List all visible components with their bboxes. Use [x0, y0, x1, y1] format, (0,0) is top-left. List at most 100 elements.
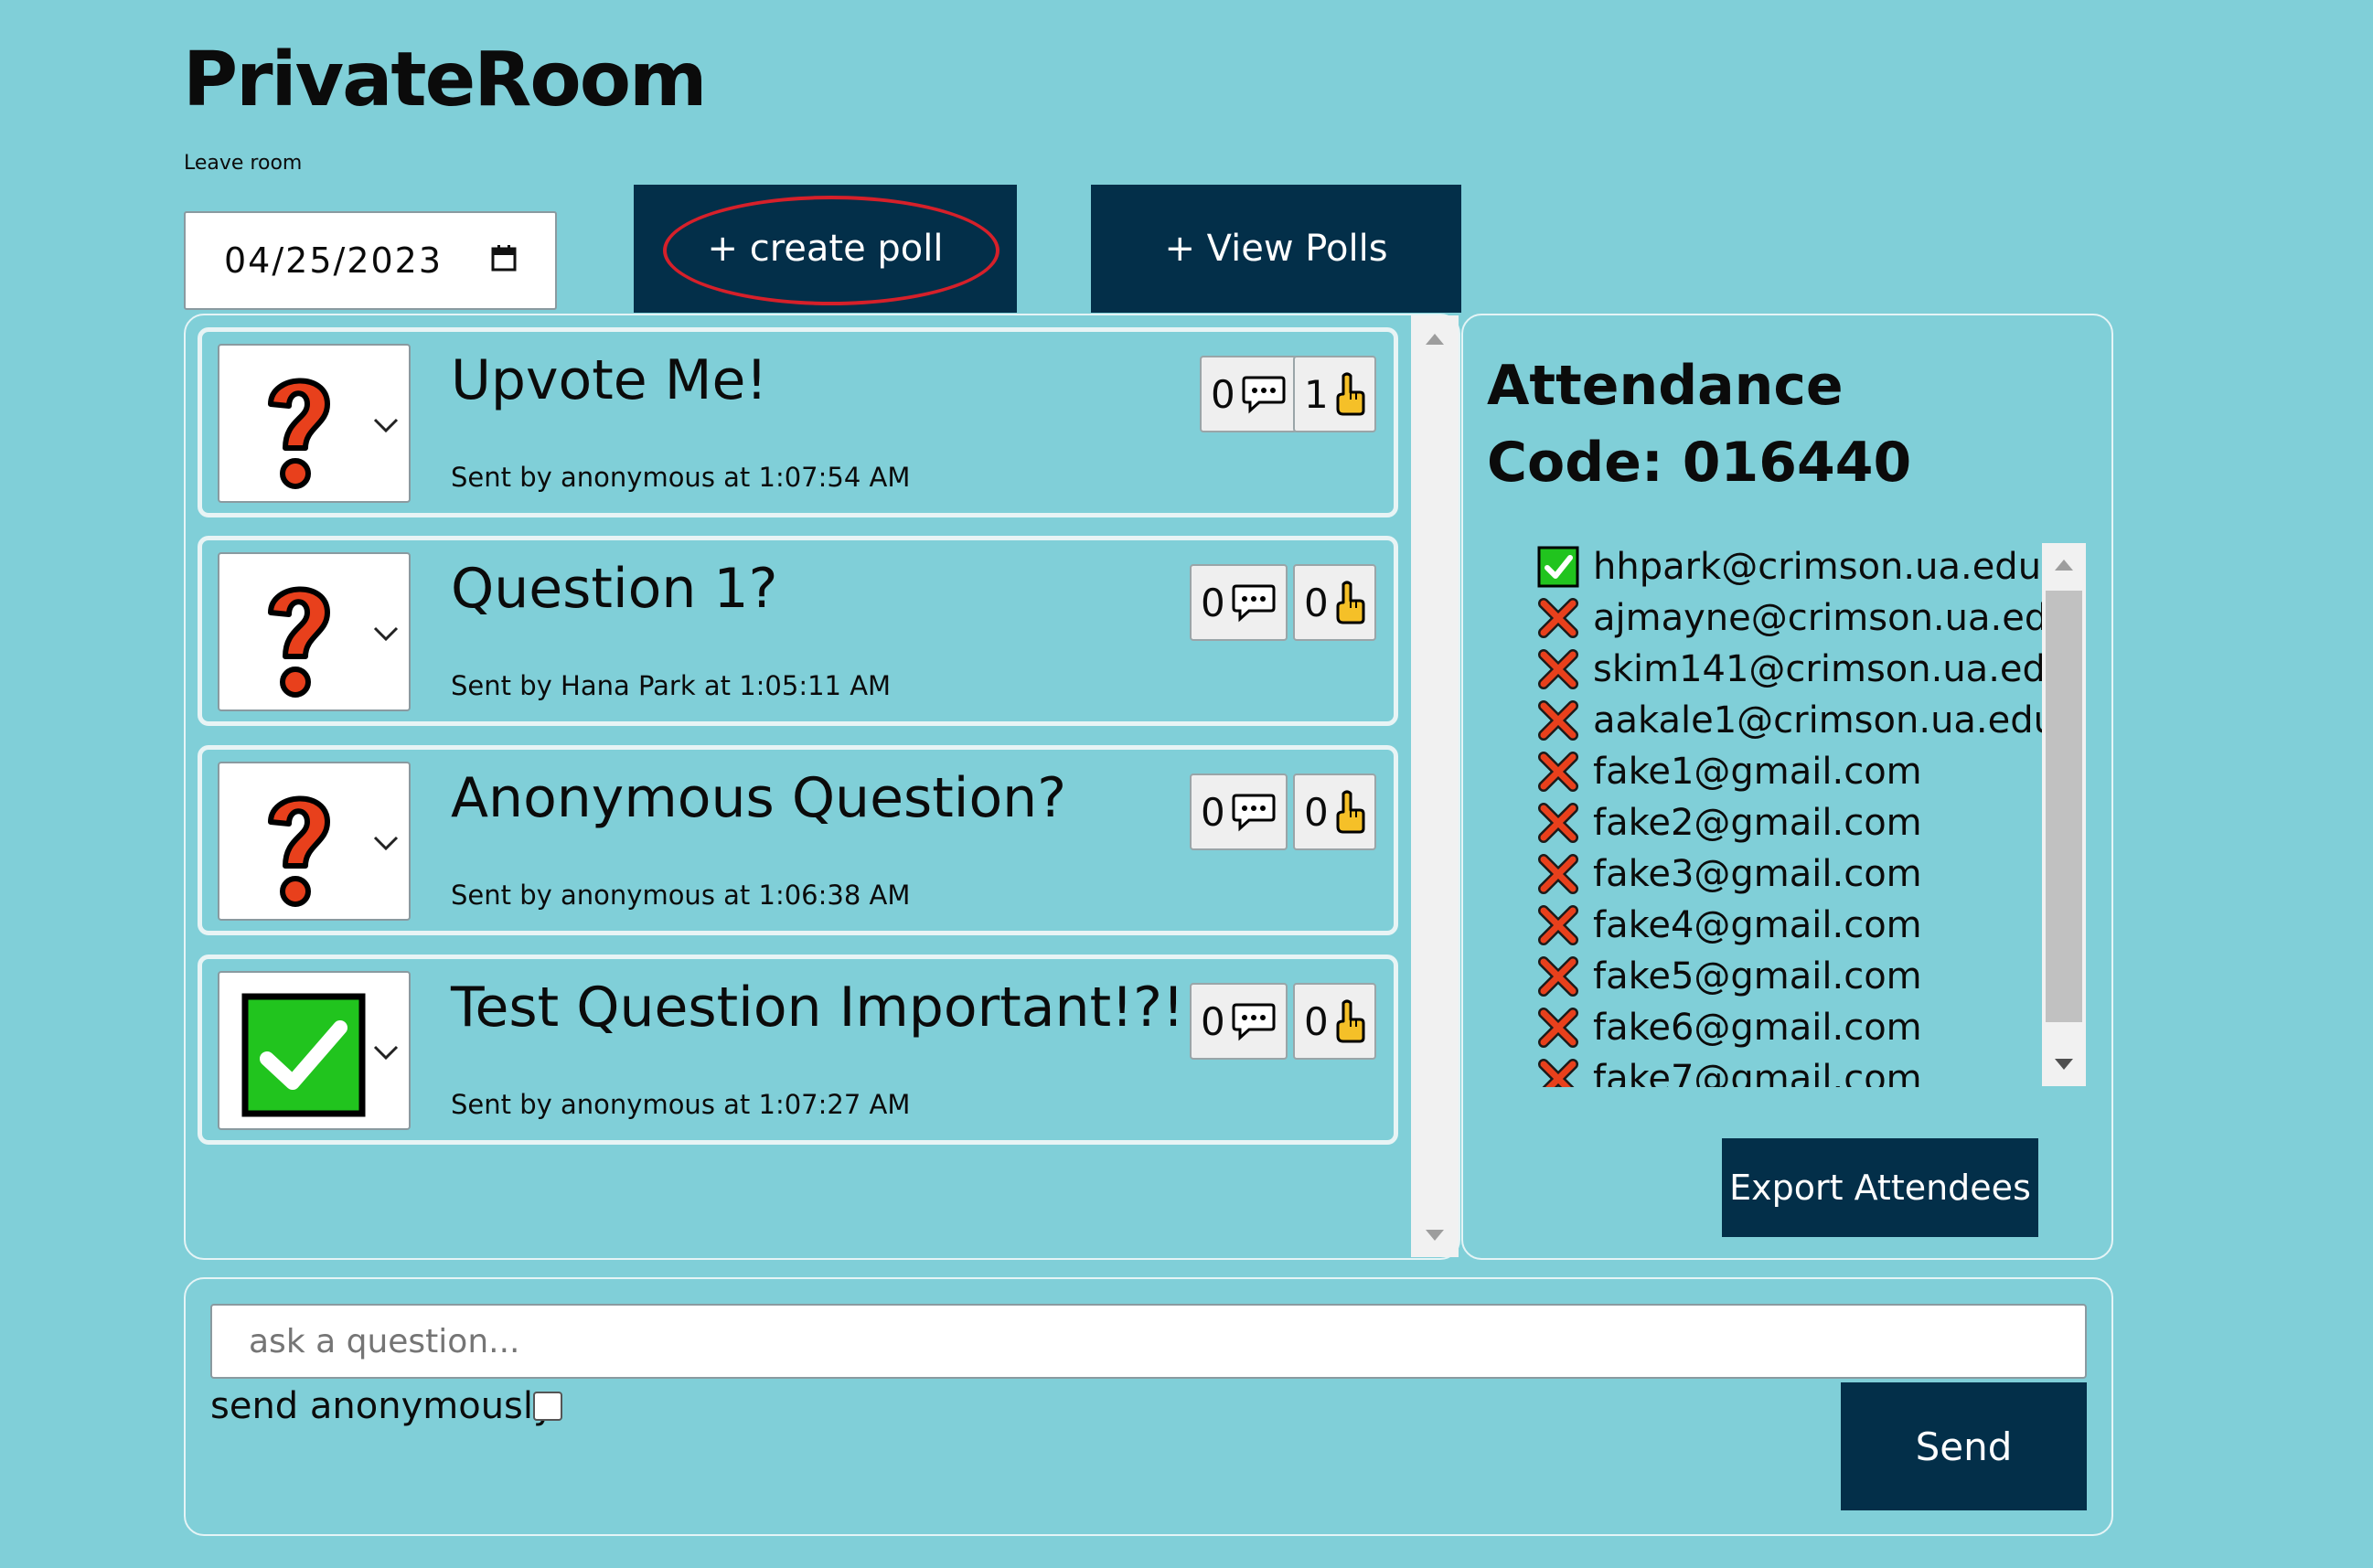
chevron-down-icon[interactable]	[373, 625, 399, 642]
upvote-count: 0	[1304, 998, 1329, 1044]
upvote-count: 0	[1304, 789, 1329, 835]
questions-scrollbar[interactable]	[1411, 315, 1459, 1257]
attendee-item: fake6@gmail.com	[1536, 1002, 2085, 1053]
chevron-down-icon[interactable]	[373, 835, 399, 851]
ask-question-input[interactable]	[210, 1304, 2087, 1379]
question-card[interactable]: Question 1? Sent by Hana Park at 1:05:11 …	[198, 536, 1398, 726]
comments-button[interactable]: 0	[1200, 356, 1298, 432]
comment-icon	[1242, 376, 1286, 414]
question-mark-icon	[268, 795, 330, 907]
scroll-down-arrow-icon[interactable]	[1426, 1230, 1444, 1241]
upvote-hand-icon	[1336, 372, 1365, 416]
question-sender: Sent by Hana Park at 1:05:11 AM	[451, 670, 892, 701]
question-text: Question 1?	[451, 557, 778, 621]
attendee-email: ajmayne@crimson.ua.edu	[1593, 597, 2071, 639]
export-attendees-button[interactable]: Export Attendees	[1722, 1138, 2038, 1237]
page-title: PrivateRoom	[183, 37, 707, 123]
absent-x-icon	[1538, 1008, 1578, 1048]
status-dropdown[interactable]	[218, 344, 411, 503]
attendee-email: fake6@gmail.com	[1593, 1007, 1922, 1049]
comments-button[interactable]: 0	[1190, 564, 1288, 641]
attendee-email: fake2@gmail.com	[1593, 802, 1922, 844]
create-poll-button[interactable]: + create poll	[634, 185, 1017, 313]
attendee-email: fake7@gmail.com	[1593, 1058, 1922, 1087]
upvote-button[interactable]: 0	[1293, 983, 1376, 1060]
absent-x-icon	[1538, 649, 1578, 689]
attendance-heading: Attendance	[1487, 354, 1844, 418]
attendee-email: fake4@gmail.com	[1593, 904, 1922, 946]
attendee-item: fake1@gmail.com	[1536, 746, 2085, 797]
attendee-item: ajmayne@crimson.ua.edu	[1536, 592, 2085, 644]
absent-x-icon	[1538, 752, 1578, 792]
upvote-hand-icon	[1336, 790, 1365, 834]
view-polls-label: + View Polls	[1164, 228, 1388, 270]
attendee-item: fake3@gmail.com	[1536, 848, 2085, 900]
attendee-email: skim141@crimson.ua.edu	[1593, 648, 2069, 690]
attendance-title: Attendance Code: 016440	[1487, 347, 1911, 501]
question-sender: Sent by anonymous at 1:07:27 AM	[451, 1089, 911, 1120]
date-value: 04/25/2023	[224, 240, 444, 281]
question-mark-icon	[268, 378, 330, 489]
absent-x-icon	[1538, 1059, 1578, 1087]
present-check-icon	[1537, 546, 1579, 588]
question-card[interactable]: Test Question Important!?! Sent by anonym…	[198, 955, 1398, 1145]
attendee-scrollbar[interactable]	[2042, 543, 2086, 1086]
comments-button[interactable]: 0	[1190, 773, 1288, 850]
attendee-item: aakale1@crimson.ua.edu	[1536, 695, 2085, 746]
attendee-item: hhpark@crimson.ua.edu	[1536, 541, 2085, 592]
attendance-code: Code: 016440	[1487, 431, 1912, 495]
comment-icon	[1232, 584, 1276, 623]
question-text: Anonymous Question?	[451, 766, 1067, 830]
absent-x-icon	[1538, 598, 1578, 638]
send-anonymously-checkbox[interactable]	[533, 1392, 562, 1421]
send-label: Send	[1915, 1424, 2013, 1469]
send-anonymously-label: send anonymously	[210, 1385, 555, 1427]
absent-x-icon	[1538, 803, 1578, 843]
comment-icon	[1232, 794, 1276, 832]
attendee-email: aakale1@crimson.ua.edu	[1593, 699, 2057, 741]
view-polls-button[interactable]: + View Polls	[1091, 185, 1461, 313]
export-label: Export Attendees	[1729, 1168, 2031, 1208]
scroll-down-arrow-icon[interactable]	[2055, 1059, 2073, 1070]
attendee-list[interactable]: hhpark@crimson.ua.edu ajmayne@crimson.ua.…	[1536, 541, 2085, 1087]
question-card[interactable]: Upvote Me! Sent by anonymous at 1:07:54 A…	[198, 327, 1398, 517]
comments-button[interactable]: 0	[1190, 983, 1288, 1060]
scroll-up-arrow-icon[interactable]	[2055, 560, 2073, 571]
date-input[interactable]: 04/25/2023	[184, 211, 557, 310]
upvote-count: 1	[1304, 371, 1329, 417]
attendee-item: fake5@gmail.com	[1536, 951, 2085, 1002]
chevron-down-icon[interactable]	[373, 417, 399, 433]
attendee-item: skim141@crimson.ua.edu	[1536, 644, 2085, 695]
attendee-email: hhpark@crimson.ua.edu	[1593, 546, 2042, 588]
status-dropdown[interactable]	[218, 762, 411, 921]
comment-icon	[1232, 1003, 1276, 1041]
chevron-down-icon[interactable]	[373, 1044, 399, 1061]
highlight-ring	[663, 196, 999, 305]
question-sender: Sent by anonymous at 1:06:38 AM	[451, 880, 911, 911]
scroll-thumb[interactable]	[2046, 591, 2082, 1022]
attendee-item: fake4@gmail.com	[1536, 900, 2085, 951]
attendee-item: fake2@gmail.com	[1536, 797, 2085, 848]
question-text: Test Question Important!?!	[451, 976, 1185, 1040]
question-card[interactable]: Anonymous Question? Sent by anonymous at …	[198, 745, 1398, 935]
comment-count: 0	[1201, 998, 1225, 1044]
leave-room-link[interactable]: Leave room	[184, 152, 302, 175]
comment-count: 0	[1201, 580, 1225, 625]
attendee-email: fake5@gmail.com	[1593, 955, 1922, 997]
upvote-hand-icon	[1336, 999, 1365, 1043]
calendar-icon[interactable]	[491, 244, 517, 272]
upvote-hand-icon	[1336, 581, 1365, 624]
send-button[interactable]: Send	[1841, 1382, 2087, 1510]
comment-count: 0	[1201, 789, 1225, 835]
upvote-count: 0	[1304, 580, 1329, 625]
question-mark-icon	[268, 586, 330, 698]
upvote-button[interactable]: 1	[1293, 356, 1376, 432]
attendee-email: fake1@gmail.com	[1593, 751, 1922, 793]
upvote-button[interactable]: 0	[1293, 773, 1376, 850]
status-dropdown[interactable]	[218, 971, 411, 1130]
absent-x-icon	[1538, 956, 1578, 997]
question-sender: Sent by anonymous at 1:07:54 AM	[451, 462, 911, 493]
status-dropdown[interactable]	[218, 552, 411, 711]
upvote-button[interactable]: 0	[1293, 564, 1376, 641]
scroll-up-arrow-icon[interactable]	[1426, 334, 1444, 345]
